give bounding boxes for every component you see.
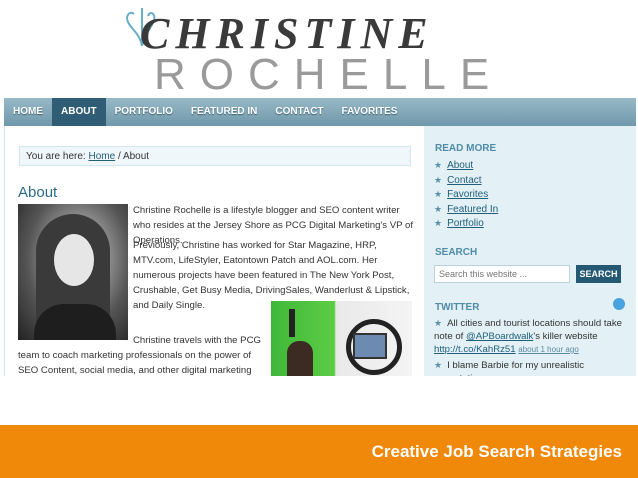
twitter-bird-icon[interactable]	[613, 298, 625, 310]
search-heading: SEARCH	[435, 247, 478, 258]
site-logo[interactable]: CHRISTINE ROCHELLE	[0, 0, 638, 99]
breadcrumb-home-link[interactable]: Home	[88, 151, 115, 162]
read-more-item[interactable]: ★ Contact	[434, 173, 498, 188]
slide-caption: Creative Job Search Strategies	[371, 442, 622, 461]
star-icon: ★	[434, 174, 443, 185]
search-button[interactable]: SEARCH	[576, 265, 621, 283]
twitter-heading: TWITTER	[435, 302, 480, 313]
page-title: About	[18, 184, 58, 201]
breadcrumb-separator: /	[117, 151, 121, 162]
tweet-mention-link[interactable]: @APBoardwalk	[466, 331, 533, 342]
slide: CHRISTINE ROCHELLE HOME ABOUT PORTFOLIO …	[0, 0, 638, 478]
portrait-photo	[18, 204, 128, 340]
nav-contact[interactable]: CONTACT	[266, 98, 332, 126]
sidebar: READ MORE ★ About ★ Contact ★ Favorites ★ Fe…	[424, 126, 636, 376]
nav-featured-in[interactable]: FEATURED IN	[182, 98, 266, 126]
star-icon: ★	[434, 160, 443, 170]
nav-favorites[interactable]: FAVORITES	[333, 98, 407, 126]
read-more-list: ★ About ★ Contact ★ Favorites ★ Featured In …	[434, 158, 498, 231]
star-icon: ★	[434, 318, 443, 328]
read-more-item[interactable]: ★ Portfolio	[434, 216, 498, 231]
star-icon: ★	[434, 189, 443, 199]
slide-footer-banner: Creative Job Search Strategies	[0, 425, 638, 478]
studio-photo	[271, 301, 412, 376]
logo-last-name: ROCHELLE	[154, 50, 504, 99]
bio-paragraph-4: team to coach marketing professionals on…	[18, 350, 252, 376]
breadcrumb: You are here: Home / About	[19, 146, 411, 166]
breadcrumb-current: About	[122, 151, 150, 162]
tweet-item: ★ All cities and tourist locations should…	[434, 318, 622, 355]
star-icon: ★	[434, 203, 443, 214]
bio-paragraph-3: Christine travels with the PCG	[133, 335, 261, 346]
nav-about[interactable]: ABOUT	[52, 98, 106, 126]
tweet-url-link[interactable]: http://t.co/KahRz51	[434, 344, 516, 355]
nav-home[interactable]: HOME	[4, 98, 52, 126]
breadcrumb-prefix: You are here:	[26, 151, 86, 162]
main-nav: HOME ABOUT PORTFOLIO FEATURED IN CONTACT…	[4, 98, 636, 126]
tweet-item: ★I blame Barbie for my unrealistic expec…	[434, 360, 585, 376]
star-icon: ★	[434, 218, 443, 228]
read-more-heading: READ MORE	[435, 143, 497, 154]
read-more-item[interactable]: ★ Favorites	[434, 187, 498, 202]
read-more-item[interactable]: ★ About	[434, 158, 498, 173]
read-more-item[interactable]: ★ Featured In	[434, 202, 498, 217]
star-icon: ★	[434, 360, 443, 370]
nav-portfolio[interactable]: PORTFOLIO	[106, 98, 182, 126]
tweet-timestamp[interactable]: about 1 hour ago	[518, 345, 579, 354]
main-content: You are here: Home / About About Christi…	[4, 126, 425, 376]
search-input[interactable]	[434, 265, 570, 283]
